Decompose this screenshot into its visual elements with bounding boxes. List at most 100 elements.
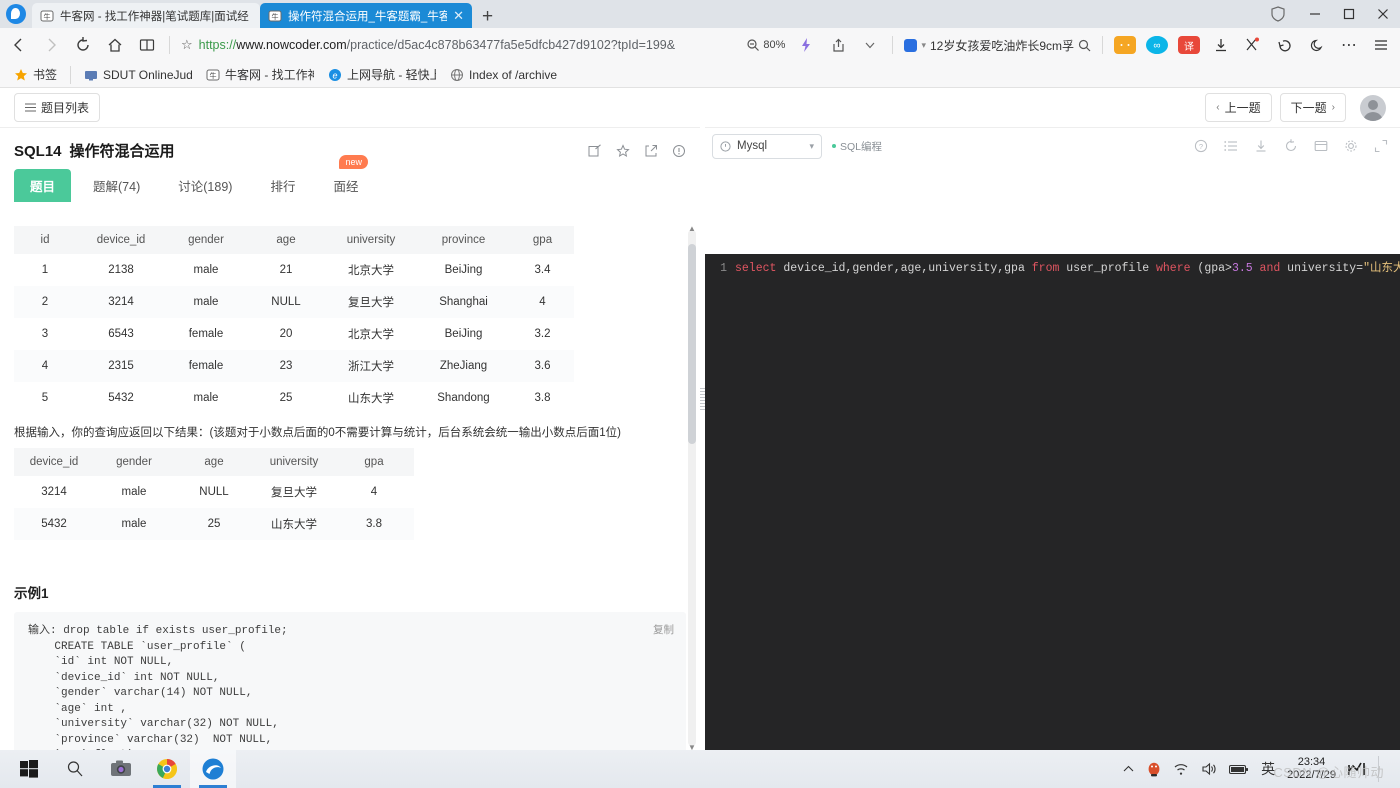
problem-scroll-area[interactable]: id device_id gender age university provi… xyxy=(0,226,700,750)
maximize-button[interactable] xyxy=(1332,0,1366,28)
main-menu-button[interactable] xyxy=(1366,31,1396,59)
bookmark-item-nowcoder[interactable]: 牛 牛客网 - 找工作神 xyxy=(200,64,320,85)
help-icon[interactable]: ? xyxy=(1194,139,1208,153)
next-problem-button[interactable]: 下一题 › xyxy=(1279,93,1346,122)
table-row: 3214 male NULL 复旦大学 4 xyxy=(14,476,414,508)
copy-button[interactable]: 复制 xyxy=(653,622,674,637)
volume-icon[interactable] xyxy=(1201,762,1217,776)
refresh-icon[interactable] xyxy=(1284,139,1298,153)
forward-button[interactable] xyxy=(36,31,66,59)
tab-discussion[interactable]: 讨论(189) xyxy=(162,169,248,202)
lightning-icon[interactable] xyxy=(791,31,821,59)
taskbar-browser-app[interactable] xyxy=(190,750,236,788)
database-select[interactable]: Mysql ▾ xyxy=(712,133,822,159)
browser-logo-icon xyxy=(6,4,26,24)
bookmark-star-icon[interactable]: ☆ xyxy=(181,37,193,53)
expand-icon[interactable] xyxy=(1374,139,1388,153)
more-options-button[interactable]: ⋯ xyxy=(1334,31,1364,59)
edit-icon[interactable] xyxy=(588,143,602,158)
battery-icon[interactable] xyxy=(1229,764,1249,775)
cell: 3214 xyxy=(14,476,94,508)
cell: 浙江大学 xyxy=(326,350,416,382)
scroll-down-arrow-icon[interactable]: ▼ xyxy=(688,743,696,750)
navigation-toolbar: ☆ https://www.nowcoder.com/practice/d5ac… xyxy=(0,28,1400,62)
problem-scrollbar[interactable]: ▲ ▼ xyxy=(688,224,696,750)
wifi-icon[interactable] xyxy=(1173,762,1189,776)
prev-problem-button[interactable]: ‹ 上一题 xyxy=(1205,93,1272,122)
sql-code-editor[interactable]: 1 select device_id,gender,age,university… xyxy=(705,254,1400,750)
info-icon[interactable] xyxy=(672,144,686,158)
share-icon[interactable] xyxy=(823,31,853,59)
browser-tab-1[interactable]: 牛 牛客网 - 找工作神器|笔试题库|面试经 xyxy=(32,3,260,28)
bookmark-item-archive[interactable]: Index of /archive xyxy=(444,66,563,84)
chevron-down-icon[interactable] xyxy=(855,31,885,59)
browser-tab-2[interactable]: 牛 操作符混合运用_牛客题霸_牛客网 ✕ xyxy=(260,3,472,28)
cell: 5432 xyxy=(14,508,94,540)
list-icon[interactable] xyxy=(1224,139,1238,153)
column-header: university xyxy=(326,226,416,254)
search-engine-chevron-icon[interactable]: ▾ xyxy=(921,40,926,51)
svg-text:牛: 牛 xyxy=(210,71,217,80)
layout-icon[interactable] xyxy=(1314,139,1328,153)
new-tab-button[interactable]: + xyxy=(472,7,503,28)
tab-ranking[interactable]: 排行 xyxy=(254,169,311,202)
bookmark-item-favorites[interactable]: 书签 xyxy=(8,64,63,85)
translate-extension-icon[interactable]: 译 xyxy=(1174,31,1204,59)
scroll-up-arrow-icon[interactable]: ▲ xyxy=(688,224,696,233)
code-line-1: 1 select device_id,gender,age,university… xyxy=(705,254,1400,278)
cell: 3.6 xyxy=(511,350,574,382)
search-icon[interactable] xyxy=(1078,39,1091,52)
qq-icon[interactable] xyxy=(1147,761,1161,777)
snip-tool-icon[interactable] xyxy=(1238,31,1268,59)
problem-list-button[interactable]: 题目列表 xyxy=(14,93,101,122)
infinity-extension-icon[interactable]: ∞ xyxy=(1142,31,1172,59)
cell: male xyxy=(166,254,246,286)
search-box[interactable]: ▾ 12岁女孩爱吃油炸长9cm孚 xyxy=(900,37,1095,54)
cell: 北京大学 xyxy=(326,254,416,286)
taskbar-chrome-app[interactable] xyxy=(144,750,190,788)
line-number: 1 xyxy=(720,262,727,275)
reload-button[interactable] xyxy=(68,31,98,59)
start-button[interactable] xyxy=(6,750,52,788)
cell: 2138 xyxy=(76,254,166,286)
tab-interview[interactable]: 面经 new xyxy=(317,155,374,202)
downloads-button[interactable] xyxy=(1206,31,1236,59)
taskbar-search-button[interactable] xyxy=(52,750,98,788)
zoom-level-label: 80% xyxy=(763,39,786,51)
game-extension-icon[interactable] xyxy=(1110,31,1140,59)
table-row: 5 5432 male 25 山东大学 Shandong 3.8 xyxy=(14,382,574,414)
back-button[interactable] xyxy=(4,31,34,59)
search-input[interactable]: 12岁女孩爱吃油炸长9cm孚 xyxy=(930,37,1074,54)
home-button[interactable] xyxy=(100,31,130,59)
problem-list-label: 题目列表 xyxy=(41,101,90,115)
download-icon[interactable] xyxy=(1254,139,1268,153)
reader-view-icon[interactable] xyxy=(132,31,162,59)
zoom-control[interactable]: 80% xyxy=(742,38,789,52)
taskbar-camera-app[interactable] xyxy=(98,750,144,788)
nowcoder-favicon-icon: 牛 xyxy=(268,9,282,23)
share-icon[interactable] xyxy=(644,144,658,158)
user-avatar[interactable] xyxy=(1360,94,1386,121)
minimize-button[interactable] xyxy=(1298,0,1332,28)
cell: 6543 xyxy=(76,318,166,350)
star-icon[interactable] xyxy=(616,143,630,158)
sql-code-text[interactable]: select device_id,gender,age,university,g… xyxy=(735,260,1400,278)
tab-solutions[interactable]: 题解(74) xyxy=(77,169,156,202)
close-button[interactable] xyxy=(1366,0,1400,28)
shield-icon[interactable] xyxy=(1258,0,1298,28)
scrollbar-thumb[interactable] xyxy=(688,244,696,444)
bookmark-item-navigation[interactable]: e 上网导航 - 轻快上 xyxy=(322,64,442,85)
gear-icon[interactable] xyxy=(1344,139,1358,153)
close-tab-icon[interactable]: ✕ xyxy=(453,8,464,24)
dark-mode-icon[interactable] xyxy=(1302,31,1332,59)
browser-tab-2-title: 操作符混合运用_牛客题霸_牛客网 xyxy=(288,10,448,23)
cell: NULL xyxy=(246,286,326,318)
address-bar[interactable]: ☆ https://www.nowcoder.com/practice/d5ac… xyxy=(177,32,740,58)
tab-problem[interactable]: 题目 xyxy=(14,169,72,202)
star-icon xyxy=(14,68,28,82)
bookmark-label: SDUT OnlineJudge xyxy=(103,67,193,82)
chevron-up-icon[interactable] xyxy=(1122,763,1135,776)
bookmark-item-sdut[interactable]: SDUT OnlineJudge xyxy=(78,66,198,84)
history-icon[interactable] xyxy=(1270,31,1300,59)
chevron-down-icon[interactable]: ▾ xyxy=(809,141,814,152)
